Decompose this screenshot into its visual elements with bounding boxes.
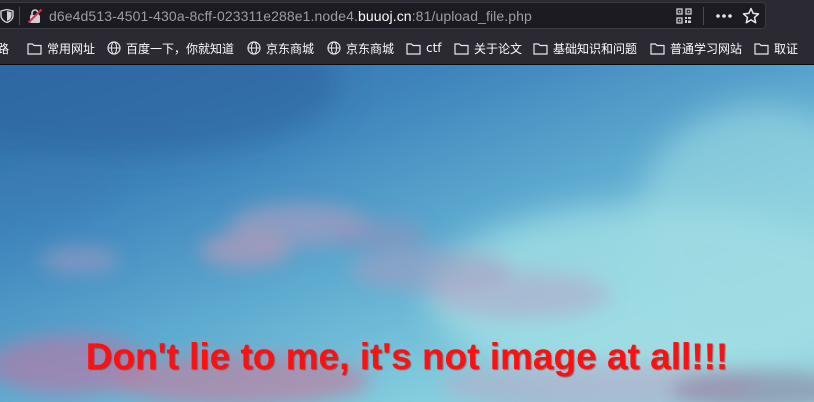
browser-window: d6e4d513-4501-430a-8cff-023311e288e1.nod… bbox=[0, 0, 814, 402]
bookmark-link-baidu[interactable]: 百度一下，你就知道 bbox=[107, 39, 234, 57]
bookmark-label: 百度一下，你就知道 bbox=[126, 41, 235, 56]
navigation-toolbar: d6e4d513-4501-430a-8cff-023311e288e1.nod… bbox=[0, 0, 814, 32]
folder-icon bbox=[754, 42, 769, 55]
bookmark-star-icon[interactable] bbox=[742, 7, 760, 25]
bookmark-link-jd-1[interactable]: 京东商城 bbox=[247, 39, 314, 57]
bookmark-folder-取证[interactable]: 取证 bbox=[754, 39, 798, 57]
bookmark-folder-普通学习网站[interactable]: 普通学习网站 bbox=[650, 39, 742, 57]
folder-icon bbox=[406, 42, 421, 55]
bookmark-label: ctf bbox=[426, 41, 442, 55]
globe-icon bbox=[107, 41, 121, 55]
bookmark-label: 常用网址 bbox=[47, 41, 96, 56]
bookmark-folder-关于论文[interactable]: 关于论文 bbox=[454, 39, 522, 57]
bookmark-label: 京东商城 bbox=[346, 41, 395, 56]
bookmark-item-partial[interactable]: 路 bbox=[0, 39, 9, 57]
insecure-lock-icon[interactable] bbox=[27, 8, 43, 24]
bookmarks-toolbar: 路 常用网址 百度一下，你就知道 京东商城 京东商城 ctf 关于论文 基础知识… bbox=[0, 32, 814, 65]
address-actions-divider bbox=[703, 7, 704, 25]
folder-icon bbox=[27, 42, 42, 55]
folder-icon bbox=[454, 42, 469, 55]
bookmark-label: 基础知识和问题 bbox=[553, 41, 638, 56]
bookmark-label: 普通学习网站 bbox=[670, 41, 743, 56]
globe-icon bbox=[327, 41, 341, 55]
url-host: buuoj.cn bbox=[357, 8, 412, 24]
more-actions-icon[interactable] bbox=[714, 8, 734, 24]
qr-code-icon[interactable] bbox=[676, 8, 692, 24]
bookmark-link-jd-2[interactable]: 京东商城 bbox=[327, 39, 394, 57]
address-divider bbox=[19, 7, 20, 25]
url-prefix: d6e4d513-4501-430a-8cff-023311e288e1.nod… bbox=[49, 8, 358, 24]
tracking-protection-shield-icon[interactable] bbox=[0, 9, 14, 23]
url-suffix: :81/upload_file.php bbox=[411, 8, 532, 24]
folder-icon bbox=[533, 42, 548, 55]
bookmark-folder-基础知识和问题[interactable]: 基础知识和问题 bbox=[533, 39, 637, 57]
bookmark-label: 取证 bbox=[774, 41, 799, 56]
address-bar[interactable]: d6e4d513-4501-430a-8cff-023311e288e1.nod… bbox=[0, 2, 766, 29]
globe-icon bbox=[247, 41, 261, 55]
page-content: Don't lie to me, it's not image at all!!… bbox=[0, 65, 814, 402]
bookmark-label: 京东商城 bbox=[266, 41, 315, 56]
bookmark-folder-常用网址[interactable]: 常用网址 bbox=[27, 39, 95, 57]
error-message: Don't lie to me, it's not image at all!!… bbox=[85, 336, 729, 377]
bookmark-folder-ctf[interactable]: ctf bbox=[406, 39, 442, 57]
bookmark-label: 路 bbox=[0, 41, 10, 56]
url-text[interactable]: d6e4d513-4501-430a-8cff-023311e288e1.nod… bbox=[49, 8, 532, 24]
folder-icon bbox=[650, 42, 665, 55]
bookmark-label: 关于论文 bbox=[474, 41, 523, 56]
